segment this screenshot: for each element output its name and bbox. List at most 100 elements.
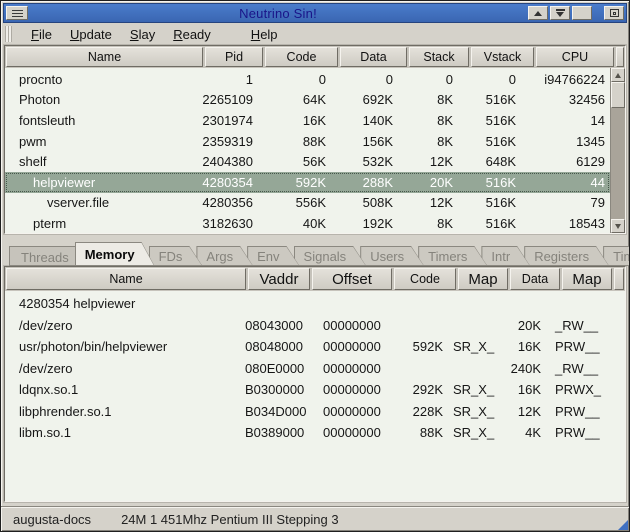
mcol-header-data[interactable]: Data xyxy=(510,268,560,290)
cell-name: vserver.file xyxy=(5,195,202,210)
cell-vstack: 516K xyxy=(460,113,523,128)
col-header-code[interactable]: Code xyxy=(265,47,338,67)
scroll-up-button[interactable] xyxy=(611,68,625,82)
menu-update[interactable]: Update xyxy=(61,25,121,44)
cell-map2: PRW__ xyxy=(549,404,625,419)
cell-data: 4K xyxy=(499,425,549,440)
menu-slay[interactable]: Slay xyxy=(121,25,164,44)
cell-cpu: 6129 xyxy=(523,154,610,169)
cell-stack: 0 xyxy=(400,72,460,87)
memory-row[interactable]: ldqnx.so.1 B0300000 00000000 292K SR_X_ … xyxy=(5,379,625,401)
memory-row[interactable]: /dev/zero 08043000 00000000 20K _RW__ xyxy=(5,315,625,337)
tab-timers[interactable]: Timers xyxy=(418,246,487,266)
cell-name: libm.so.1 xyxy=(5,425,245,440)
process-table: Name Pid Code Data Stack Vstack CPU proc… xyxy=(4,45,626,234)
col-header-name[interactable]: Name xyxy=(6,47,203,67)
mcol-header-map2[interactable]: Map xyxy=(562,268,612,290)
menu-ready[interactable]: Ready xyxy=(164,25,220,44)
col-header-stack[interactable]: Stack xyxy=(409,47,469,67)
cell-data: 156K xyxy=(333,134,400,149)
process-row-procnto[interactable]: procnto 1 0 0 0 0 i94766224 xyxy=(5,69,610,90)
resize-grip-icon[interactable] xyxy=(618,520,628,530)
cell-stack: 12K xyxy=(400,195,460,210)
menubar-grip[interactable] xyxy=(5,26,12,42)
cell-name: ldqnx.so.1 xyxy=(5,382,245,397)
cell-cpu: 18543 xyxy=(523,216,610,231)
memory-row[interactable]: /dev/zero 080E0000 00000000 240K _RW__ xyxy=(5,358,625,380)
col-header-filler xyxy=(616,47,624,67)
memory-group-row[interactable]: 4280354 helpviewer xyxy=(5,293,625,315)
cell-name: pwm xyxy=(5,134,202,149)
cell-pid: 2404380 xyxy=(202,154,260,169)
cell-stack: 8K xyxy=(400,134,460,149)
window-controls xyxy=(528,6,624,20)
cell-vaddr: B034D000 xyxy=(245,404,307,419)
process-row-fontsleuth[interactable]: fontsleuth 2301974 16K 140K 8K 516K 14 xyxy=(5,110,610,131)
process-row-shelf[interactable]: shelf 2404380 56K 532K 12K 648K 6129 xyxy=(5,151,610,172)
tab-strip: Threads Memory FDs Args Env Signals User… xyxy=(1,240,629,266)
mcol-header-map[interactable]: Map xyxy=(458,268,508,290)
process-row-pterm[interactable]: pterm 3182630 40K 192K 8K 516K 18543 xyxy=(5,213,610,233)
restore-button[interactable] xyxy=(550,6,570,20)
collapse-button[interactable] xyxy=(528,6,548,20)
tab-intr[interactable]: Intr xyxy=(481,246,530,266)
cell-name: Photon xyxy=(5,92,202,107)
cell-data: 16K xyxy=(499,382,549,397)
maximize-button[interactable] xyxy=(572,6,592,20)
scrollbar-track[interactable] xyxy=(611,108,625,219)
col-header-cpu[interactable]: CPU xyxy=(536,47,614,67)
tab-threads[interactable]: Threads xyxy=(9,246,81,266)
process-row-pwm[interactable]: pwm 2359319 88K 156K 8K 516K 1345 xyxy=(5,131,610,152)
cell-vstack: 516K xyxy=(460,216,523,231)
memory-row[interactable]: usr/photon/bin/helpviewer 08048000 00000… xyxy=(5,336,625,358)
tab-registers[interactable]: Registers xyxy=(524,246,609,266)
cell-map: SR_X_ xyxy=(449,339,499,354)
memory-row[interactable]: libphrender.so.1 B034D000 00000000 228K … xyxy=(5,401,625,423)
cell-vaddr: B0389000 xyxy=(245,425,307,440)
cell-stack: 20K xyxy=(400,175,460,190)
scroll-down-button[interactable] xyxy=(611,219,625,233)
tab-signals[interactable]: Signals xyxy=(294,246,367,266)
tab-users[interactable]: Users xyxy=(360,246,424,266)
cell-data: 508K xyxy=(333,195,400,210)
memory-table: Name Vaddr Offset Code Map Data Map 4280… xyxy=(4,266,626,502)
process-row-helpviewer-selected[interactable]: helpviewer 4280354 592K 288K 20K 516K 44 xyxy=(5,172,610,193)
scroll-down-icon xyxy=(615,224,621,229)
cell-code: 56K xyxy=(260,154,333,169)
process-row-vserver-file[interactable]: vserver.file 4280356 556K 508K 12K 516K … xyxy=(5,193,610,214)
col-header-vstack[interactable]: Vstack xyxy=(471,47,534,67)
close-button[interactable] xyxy=(604,6,624,20)
mcol-header-code[interactable]: Code xyxy=(394,268,456,290)
col-header-data[interactable]: Data xyxy=(340,47,407,67)
titlebar[interactable]: Neutrino Sin! xyxy=(3,3,627,23)
cell-vstack: 648K xyxy=(460,154,523,169)
mcol-header-offset[interactable]: Offset xyxy=(312,268,392,290)
cell-map: SR_X_ xyxy=(449,404,499,419)
cell-cpu: 1345 xyxy=(523,134,610,149)
memory-row[interactable]: libm.so.1 B0389000 00000000 88K SR_X_ 4K… xyxy=(5,422,625,444)
cell-name: procnto xyxy=(5,72,202,87)
menu-file[interactable]: File xyxy=(22,25,61,44)
cell-offset: 00000000 xyxy=(307,318,387,333)
mcol-header-vaddr[interactable]: Vaddr xyxy=(248,268,310,290)
mcol-header-name[interactable]: Name xyxy=(6,268,246,290)
tab-args[interactable]: Args xyxy=(196,246,253,266)
menu-help[interactable]: Help xyxy=(242,25,287,44)
cell-data: 192K xyxy=(333,216,400,231)
mcol-header-filler xyxy=(614,268,624,290)
cell-name: /dev/zero xyxy=(5,361,245,376)
scrollbar-thumb[interactable] xyxy=(611,82,625,108)
cell-data: 288K xyxy=(333,175,400,190)
tab-env[interactable]: Env xyxy=(247,246,299,266)
window-menu-button[interactable] xyxy=(6,6,28,20)
cell-vaddr: 080E0000 xyxy=(245,361,307,376)
process-table-header: Name Pid Code Data Stack Vstack CPU xyxy=(5,46,625,68)
cell-vstack: 516K xyxy=(460,175,523,190)
col-header-pid[interactable]: Pid xyxy=(205,47,263,67)
cell-vstack: 516K xyxy=(460,92,523,107)
tab-memory[interactable]: Memory xyxy=(75,242,155,266)
process-table-scrollbar[interactable] xyxy=(610,68,625,233)
tab-fds[interactable]: FDs xyxy=(149,246,203,266)
process-row-photon[interactable]: Photon 2265109 64K 692K 8K 516K 32456 xyxy=(5,90,610,111)
cell-code: 16K xyxy=(260,113,333,128)
